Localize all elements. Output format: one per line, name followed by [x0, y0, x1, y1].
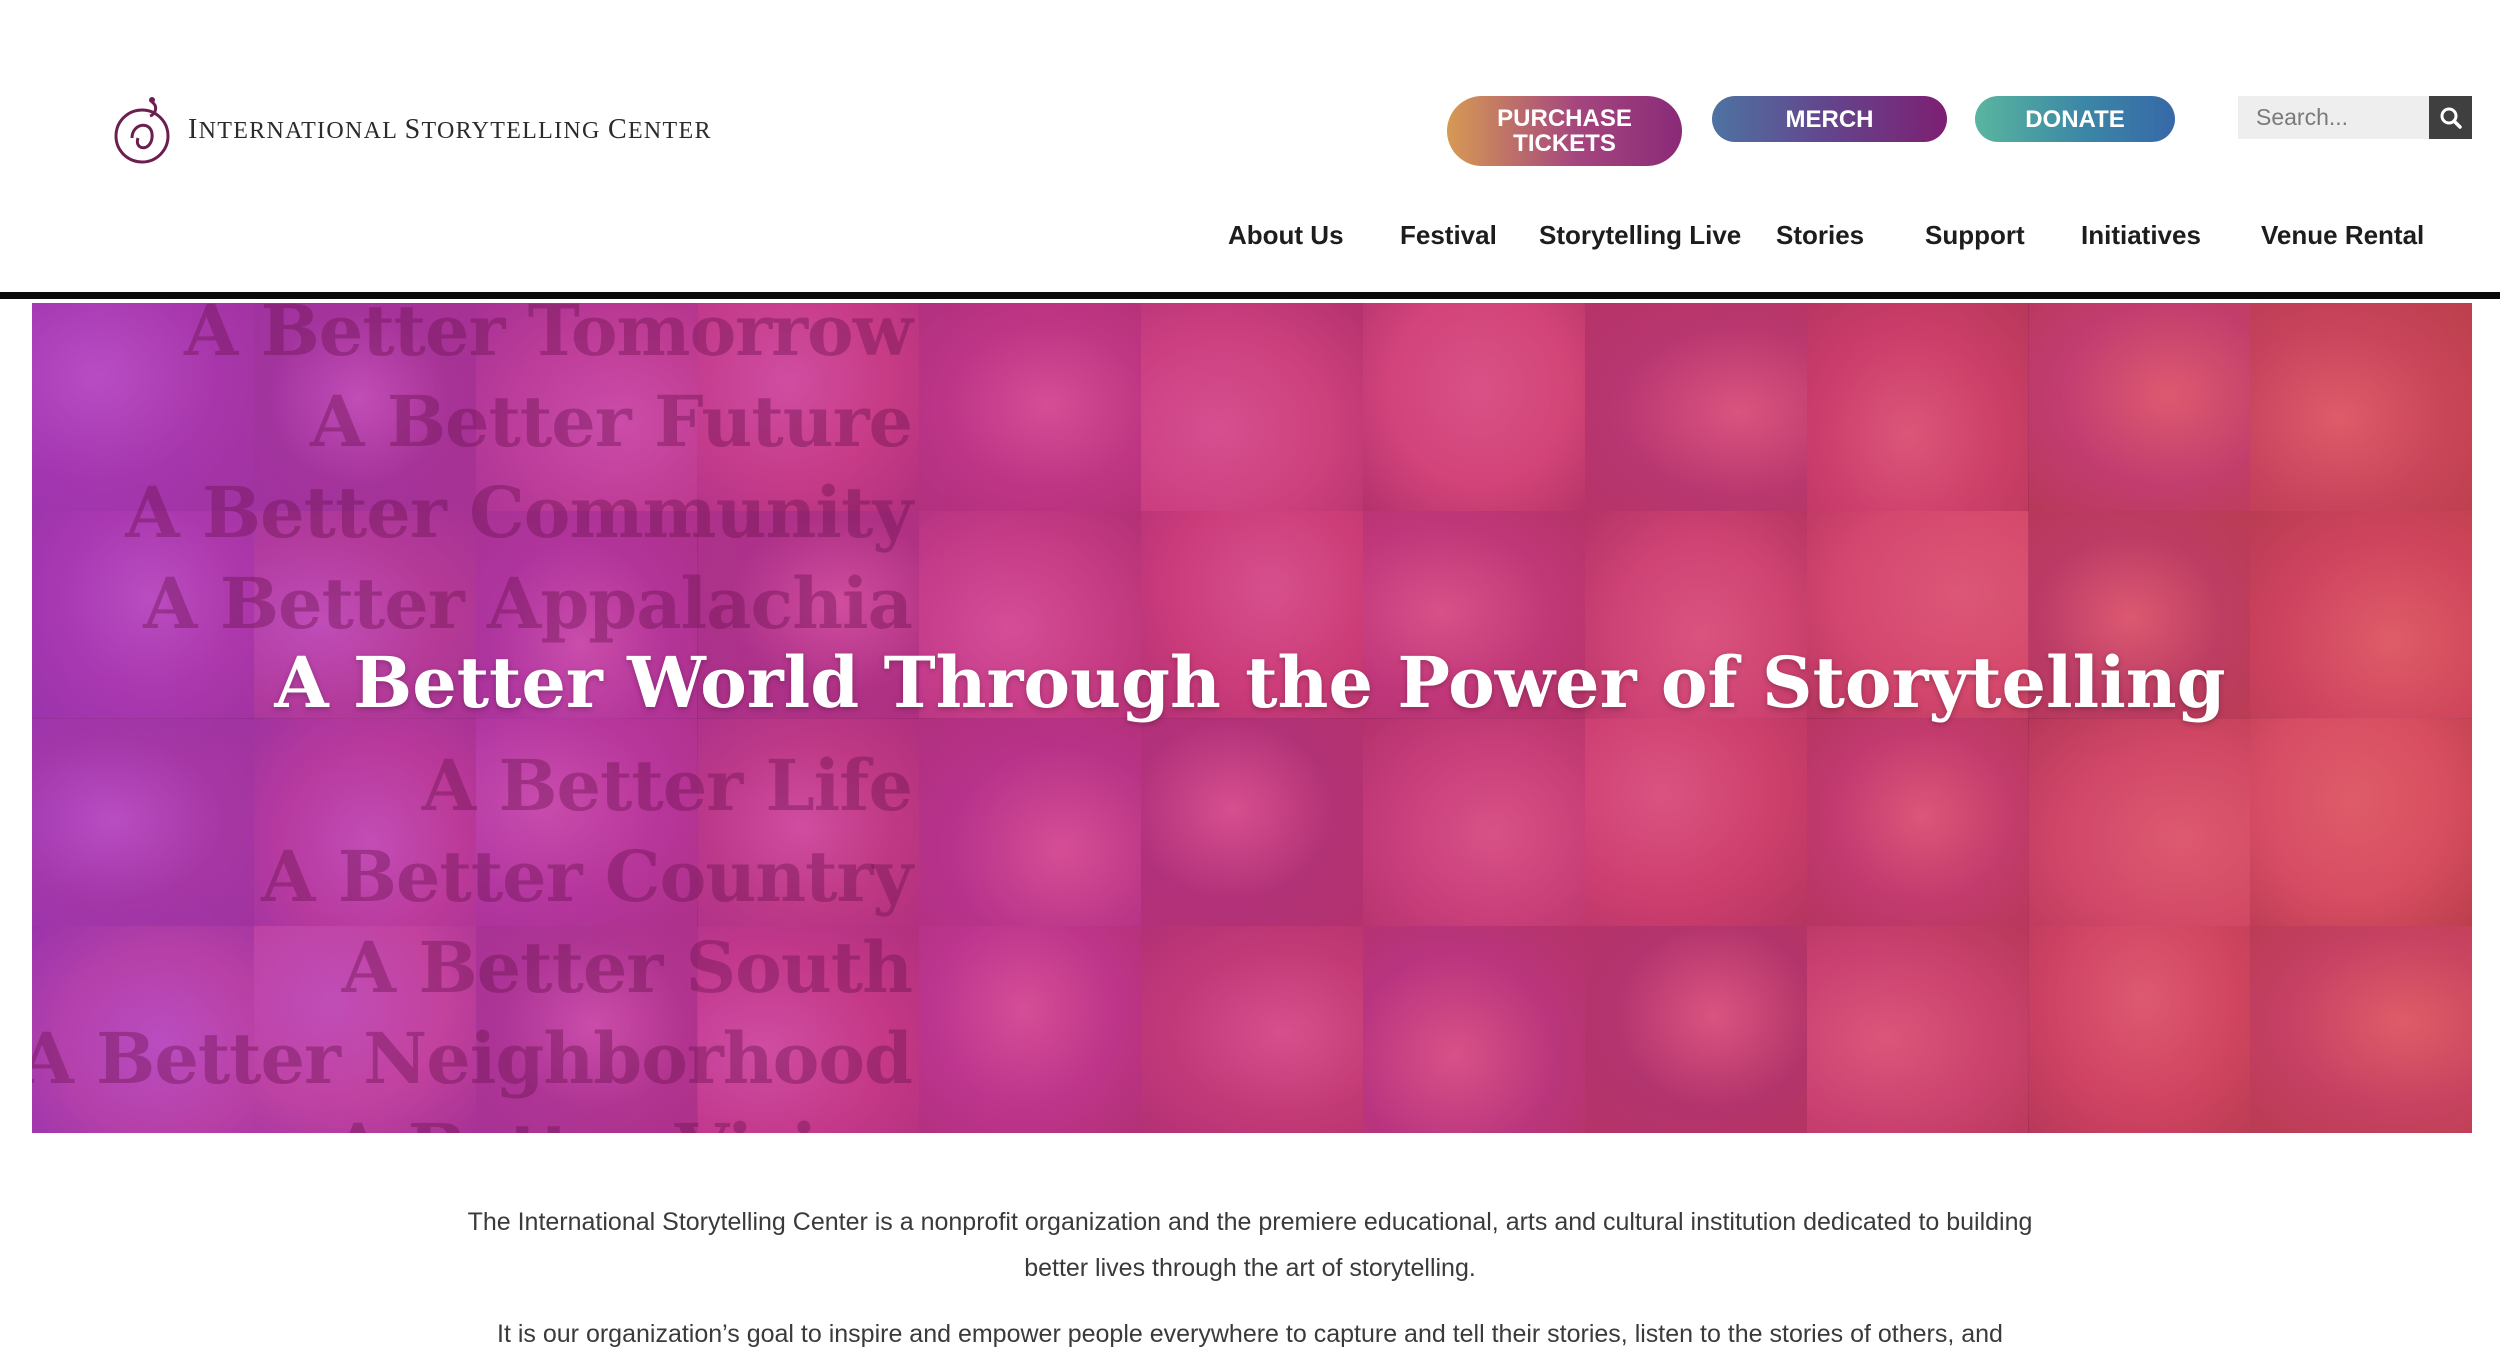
main-nav: About Us Festival Storytelling Live Stor… — [0, 220, 2500, 256]
better-phrase: A Better Country — [261, 835, 913, 918]
nav-item-about-us[interactable]: About Us — [1228, 220, 1344, 251]
donate-button[interactable]: DONATE — [1975, 96, 2175, 142]
site-logo[interactable]: INTERNATIONAL STORYTELLING CENTER — [112, 92, 712, 168]
nav-item-initiatives[interactable]: Initiatives — [2081, 220, 2201, 251]
better-phrase: A Better Appalachia — [143, 562, 913, 645]
intro-paragraph: The International Storytelling Center is… — [467, 1208, 2033, 1282]
better-phrase: A Better Neighborhood — [32, 1017, 913, 1100]
better-phrase: A Better Tomorrow — [183, 303, 913, 372]
hero-title: A Better World Through the Power of Stor… — [274, 641, 2226, 724]
header-divider — [0, 292, 2500, 299]
search-form — [2238, 96, 2472, 139]
better-phrase: A Better Community — [125, 471, 913, 554]
nav-item-storytelling-live[interactable]: Storytelling Live — [1539, 220, 1741, 251]
nav-item-festival[interactable]: Festival — [1400, 220, 1497, 251]
logo-wordmark: INTERNATIONAL STORYTELLING CENTER — [188, 114, 712, 145]
merch-button[interactable]: MERCH — [1712, 96, 1947, 142]
purchase-tickets-button[interactable]: PURCHASE TICKETS — [1447, 96, 1682, 166]
search-button[interactable] — [2429, 96, 2472, 139]
better-phrase: A Better Future — [310, 380, 913, 463]
logo-swirl-icon — [114, 97, 170, 164]
nav-item-stories[interactable]: Stories — [1776, 220, 1864, 251]
intro-paragraph-2: It is our organization’s goal to inspire… — [497, 1320, 2003, 1348]
search-input[interactable] — [2238, 96, 2429, 139]
hero-banner: A Better Tomorrow A Better Future A Bett… — [32, 303, 2472, 1133]
site-header: INTERNATIONAL STORYTELLING CENTER PURCHA… — [0, 0, 2500, 292]
nav-item-support[interactable]: Support — [1925, 220, 2025, 251]
nav-item-venue-rental[interactable]: Venue Rental — [2261, 220, 2424, 251]
better-phrase: A Better Vision — [32, 1104, 913, 1133]
search-icon — [2440, 107, 2462, 129]
better-phrase: A Better South — [341, 926, 913, 1009]
better-phrase: A Better Life — [421, 744, 913, 827]
